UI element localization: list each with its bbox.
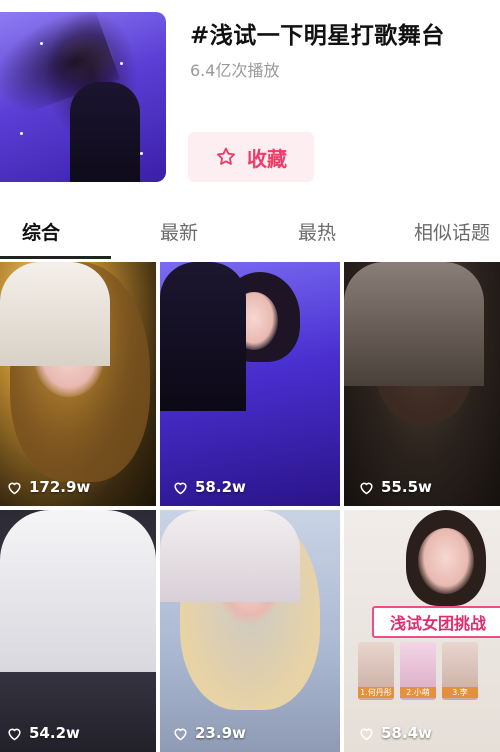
tab-latest[interactable]: 最新 xyxy=(160,218,198,245)
heart-icon xyxy=(8,728,21,740)
heart-icon xyxy=(174,482,187,494)
challenge-banner: 浅试女团挑战 xyxy=(372,606,500,638)
heart-icon xyxy=(174,728,187,740)
video-card[interactable]: 58.2w xyxy=(160,262,340,506)
like-count: 55.5w xyxy=(358,478,432,496)
topic-cover-image[interactable] xyxy=(0,12,166,182)
like-count: 54.2w xyxy=(6,724,80,742)
video-card[interactable]: 23.9w xyxy=(160,510,340,752)
star-icon xyxy=(217,147,235,165)
topic-title: #浅试一下明星打歌舞台 xyxy=(190,23,445,49)
heart-icon xyxy=(360,482,373,494)
like-count: 58.4w xyxy=(358,724,432,742)
video-grid: 172.9w 58.2w 55.5w 54.2w 23.9w 浅试女团挑战 1.… xyxy=(0,262,500,752)
like-count: 23.9w xyxy=(172,724,246,742)
favorite-button[interactable]: 收藏 xyxy=(188,132,314,182)
tab-comprehensive[interactable]: 综合 xyxy=(22,218,60,245)
favorite-label: 收藏 xyxy=(247,146,287,171)
video-card[interactable]: 172.9w xyxy=(0,262,156,506)
video-card[interactable]: 55.5w xyxy=(344,262,500,506)
heart-icon xyxy=(360,728,373,740)
video-card[interactable]: 54.2w xyxy=(0,510,156,752)
play-count: 6.4亿次播放 xyxy=(190,61,280,80)
heart-icon xyxy=(8,482,21,494)
active-tab-indicator xyxy=(0,256,111,259)
like-count: 58.2w xyxy=(172,478,246,496)
like-count: 172.9w xyxy=(6,478,90,496)
video-card[interactable]: 浅试女团挑战 1.何丹彤 2.小萌 3.李 58.4w xyxy=(344,510,500,752)
tab-bar: 综合 最新 最热 相似话题 xyxy=(0,212,500,262)
tab-similar-topics[interactable]: 相似话题 xyxy=(414,218,490,245)
tab-hottest[interactable]: 最热 xyxy=(298,218,336,245)
